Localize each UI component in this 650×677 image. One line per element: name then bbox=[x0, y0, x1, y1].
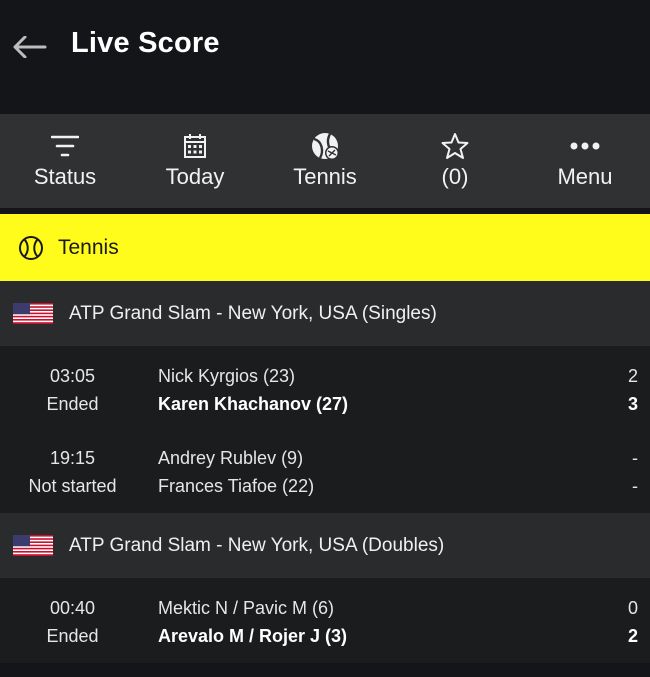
menu-label: Menu bbox=[557, 164, 613, 189]
player-home: Mektic N / Pavic M (6) bbox=[158, 598, 335, 618]
date-picker-button[interactable]: Today bbox=[130, 114, 260, 208]
tournament-header[interactable]: ATP Grand Slam - New York, USA (Doubles) bbox=[0, 513, 650, 578]
calendar-icon bbox=[184, 134, 206, 158]
match-list: 03:05 Ended Nick Kyrgios (23) Karen Khac… bbox=[0, 346, 650, 513]
menu-button[interactable]: Menu bbox=[520, 114, 650, 208]
favorites-count: (0) bbox=[441, 164, 469, 189]
score-home: 0 bbox=[627, 598, 638, 618]
tournament-name: ATP Grand Slam - New York, USA (Singles) bbox=[69, 302, 437, 324]
match-time: 19:15 bbox=[49, 448, 96, 468]
tennis-label: Tennis bbox=[293, 164, 357, 189]
app-header: Live Score bbox=[0, 0, 650, 114]
match-row[interactable]: 03:05 Ended Nick Kyrgios (23) Karen Khac… bbox=[0, 349, 650, 431]
star-icon bbox=[441, 133, 469, 159]
today-label: Today bbox=[165, 164, 225, 189]
usa-flag-icon bbox=[13, 303, 53, 324]
more-dots-icon bbox=[570, 142, 600, 150]
filter-icon bbox=[51, 135, 79, 157]
tournament-header[interactable]: ATP Grand Slam - New York, USA (Singles) bbox=[0, 281, 650, 346]
sport-label: Tennis bbox=[58, 235, 119, 259]
score-away: - bbox=[632, 476, 638, 496]
match-time: 03:05 bbox=[49, 366, 96, 386]
tennis-ball-icon bbox=[312, 133, 339, 160]
sport-selector-button[interactable]: Tennis bbox=[260, 114, 390, 208]
match-status: Ended bbox=[46, 626, 99, 646]
match-time: 00:40 bbox=[49, 598, 96, 618]
score-away: 3 bbox=[627, 394, 638, 414]
toolbar: Status Today Tennis (0) Menu bbox=[0, 114, 650, 208]
player-home: Nick Kyrgios (23) bbox=[158, 366, 296, 386]
tennis-ball-icon bbox=[19, 235, 43, 260]
back-button[interactable] bbox=[12, 30, 48, 64]
score-home: - bbox=[632, 448, 638, 468]
status-filter-button[interactable]: Status bbox=[0, 114, 130, 208]
sport-header[interactable]: Tennis bbox=[0, 214, 650, 281]
status-label: Status bbox=[33, 164, 97, 189]
match-row[interactable]: 00:40 Ended Mektic N / Pavic M (6) Areva… bbox=[0, 581, 650, 663]
score-home: 2 bbox=[627, 366, 638, 386]
player-away: Arevalo M / Rojer J (3) bbox=[158, 626, 348, 646]
match-status: Ended bbox=[46, 394, 99, 414]
usa-flag-icon bbox=[13, 535, 53, 556]
match-list: 00:40 Ended Mektic N / Pavic M (6) Areva… bbox=[0, 578, 650, 663]
player-away: Karen Khachanov (27) bbox=[158, 394, 349, 414]
tournament-name: ATP Grand Slam - New York, USA (Doubles) bbox=[69, 534, 445, 556]
match-row[interactable]: 19:15 Not started Andrey Rublev (9) Fran… bbox=[0, 431, 650, 513]
player-away: Frances Tiafoe (22) bbox=[158, 476, 315, 496]
match-status: Not started bbox=[28, 476, 117, 496]
score-away: 2 bbox=[627, 626, 638, 646]
favorites-button[interactable]: (0) bbox=[390, 114, 520, 208]
page-title: Live Score bbox=[71, 27, 220, 59]
player-home: Andrey Rublev (9) bbox=[158, 448, 304, 468]
arrow-left-icon bbox=[13, 36, 47, 58]
